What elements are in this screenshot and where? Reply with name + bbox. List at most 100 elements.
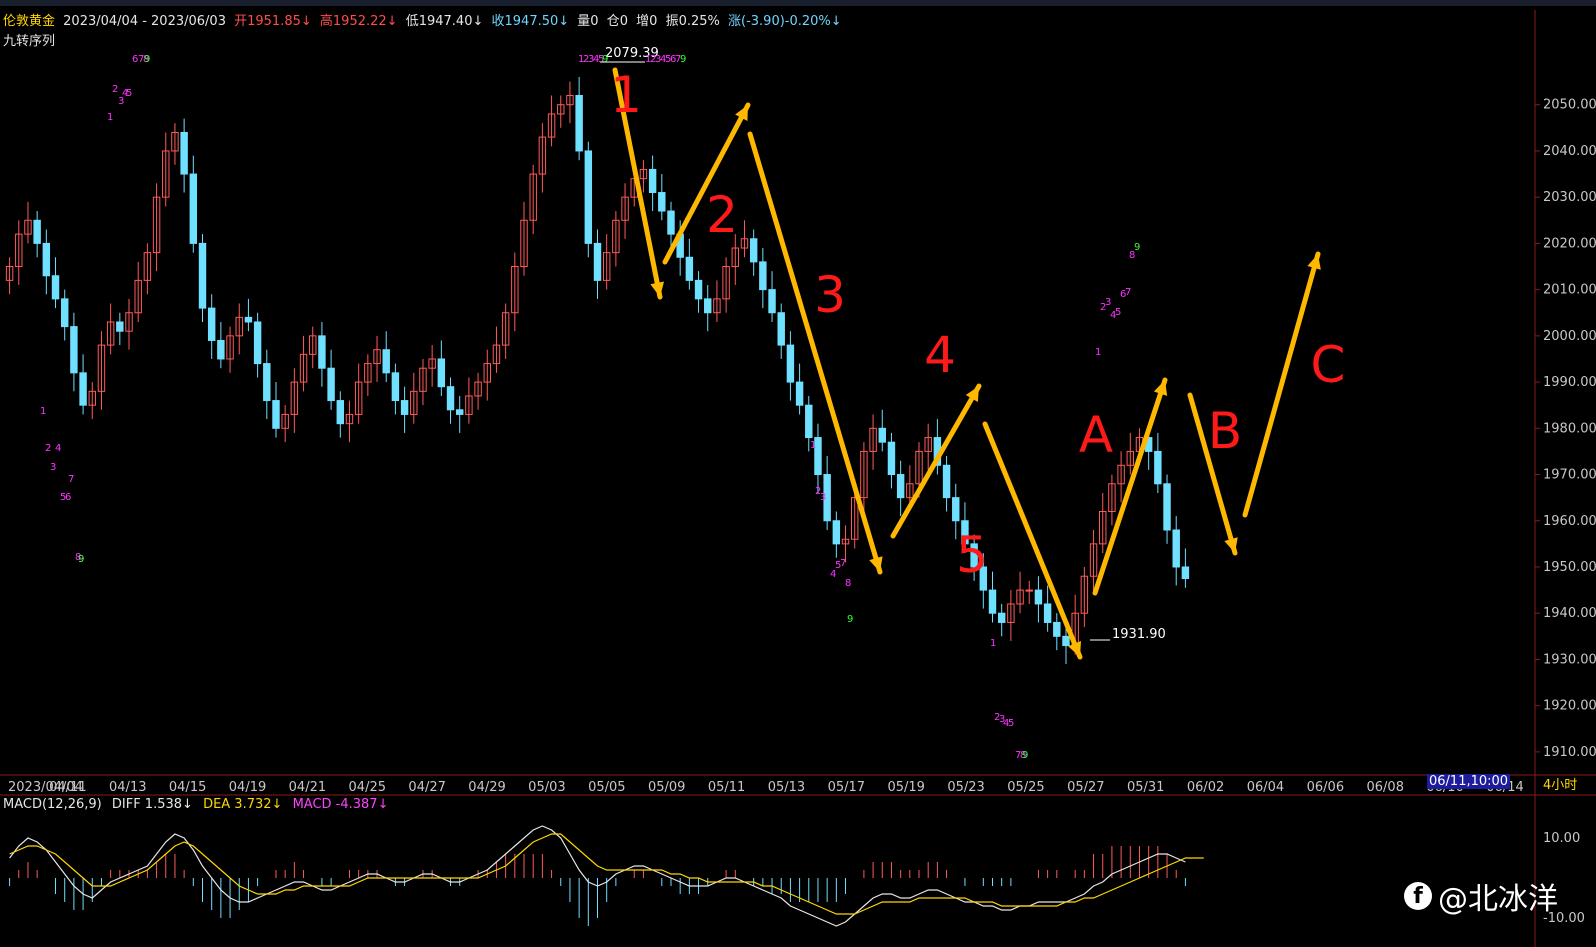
- nine-sequence-mark: 1: [990, 638, 996, 649]
- y-tick-label: 1970.00: [1543, 468, 1596, 483]
- nine-sequence-mark: 5: [126, 88, 132, 99]
- y-tick-label: 2030.00: [1543, 190, 1596, 205]
- candle-body: [997, 612, 1006, 623]
- y-tick-label: 1930.00: [1543, 652, 1596, 667]
- candle-body: [1062, 635, 1070, 647]
- candle-body: [795, 381, 804, 406]
- candle-body: [832, 520, 841, 545]
- x-tick-label: 04/27: [408, 780, 445, 795]
- wave-arrow-head: [1153, 380, 1168, 396]
- macd-legend: MACD(12,26,9) DIFF 1.538↓ DEA 3.732↓ MAC…: [3, 797, 394, 812]
- cursor-date-label: 06/11,10:00: [1427, 774, 1511, 789]
- y-tick-label: 2000.00: [1543, 329, 1596, 344]
- macd-dea: DEA 3.732↓: [203, 797, 283, 812]
- candle-body: [887, 441, 896, 476]
- candle-body: [768, 289, 776, 314]
- wave-label: 5: [956, 526, 988, 584]
- nine-sequence-mark-9: 9: [847, 614, 853, 625]
- candle-body: [217, 339, 225, 360]
- nine-sequence-mark: 1: [40, 406, 46, 417]
- nine-sequence-mark: 6: [65, 492, 71, 503]
- y-tick-label: 1920.00: [1543, 699, 1596, 714]
- x-tick-label: 04/11: [49, 780, 86, 795]
- watermark-text: @北冰洋: [1438, 882, 1558, 917]
- candle-body: [253, 321, 262, 365]
- timeframe-label[interactable]: 4小时: [1543, 774, 1577, 793]
- wave-label: C: [1311, 336, 1346, 394]
- y-tick-label: 1950.00: [1543, 560, 1596, 575]
- x-tick-label: 05/23: [947, 780, 984, 795]
- nine-sequence-mark: 5: [1115, 307, 1121, 318]
- wave-label: 1: [610, 66, 642, 124]
- x-tick-label: 05/05: [588, 780, 625, 795]
- nine-sequence-mark: 7: [68, 474, 74, 485]
- nine-sequence-mark: 2: [112, 84, 118, 95]
- nine-sequence-mark: 7: [1125, 287, 1131, 298]
- x-tick-label: 05/25: [1007, 780, 1044, 795]
- candle-body: [777, 312, 785, 346]
- candle-body: [1043, 603, 1052, 623]
- x-tick-label: 04/21: [289, 780, 326, 795]
- candle-body: [70, 326, 78, 374]
- candle-body: [1025, 589, 1033, 592]
- candle-body: [244, 316, 253, 323]
- nine-sequence-mark: 1: [107, 112, 113, 123]
- candle-body: [685, 256, 694, 281]
- candle-body: [704, 298, 712, 314]
- x-tick-label: 04/15: [169, 780, 206, 795]
- nine-sequence-mark-9: 9: [602, 54, 608, 65]
- x-tick-label: 05/31: [1127, 780, 1164, 795]
- y-tick-label: 1990.00: [1543, 375, 1596, 390]
- candle-body: [400, 400, 409, 415]
- y-tick-label: 1940.00: [1543, 606, 1596, 621]
- wave-label: 4: [924, 326, 956, 384]
- candle-body: [878, 427, 886, 443]
- candle-body: [207, 307, 216, 341]
- candle-body: [1034, 589, 1043, 605]
- candle-body: [648, 168, 657, 194]
- trough-label: 1931.90: [1112, 627, 1166, 642]
- macd-title[interactable]: MACD(12,26,9): [3, 797, 102, 812]
- nine-sequence-mark-9: 9: [78, 554, 84, 565]
- candle-body: [1163, 483, 1171, 531]
- wave-arrow-shaft: [1242, 251, 1321, 518]
- macd-value: MACD -4.387↓: [292, 797, 389, 812]
- candle-body: [446, 386, 455, 411]
- facebook-icon: f: [1404, 882, 1432, 910]
- macd-diff: DIFF 1.538↓: [111, 797, 193, 812]
- candle-body: [575, 94, 583, 152]
- nine-sequence-mark: 3: [1105, 297, 1111, 308]
- nine-sequence-mark: 1: [810, 440, 816, 451]
- candle-body: [584, 150, 593, 244]
- candle-body: [1053, 621, 1061, 637]
- wave-label: 3: [814, 266, 846, 324]
- candle-body: [1154, 450, 1162, 485]
- x-tick-label: 06/04: [1247, 780, 1284, 795]
- nine-sequence-mark-9: 9: [680, 54, 686, 65]
- candle-body: [988, 589, 997, 614]
- x-tick-label: 04/13: [109, 780, 146, 795]
- candle-body: [180, 131, 188, 175]
- x-tick-label: 04/29: [468, 780, 505, 795]
- candle-body: [51, 275, 60, 300]
- candle-body: [42, 242, 51, 277]
- x-tick-label: 05/09: [648, 780, 685, 795]
- x-tick-label: 05/13: [768, 780, 805, 795]
- x-tick-label: 06/06: [1307, 780, 1344, 795]
- wave-label: 2: [706, 186, 738, 244]
- wave-arrow-shaft: [890, 383, 982, 539]
- candle-body: [391, 372, 400, 402]
- x-tick-label: 05/17: [828, 780, 865, 795]
- nine-sequence-mark: 3: [50, 462, 56, 473]
- x-tick-label: 06/02: [1187, 780, 1224, 795]
- candle-body: [805, 404, 813, 439]
- candle-body: [272, 400, 280, 429]
- candle-body: [942, 464, 951, 499]
- x-tick-label: 04/19: [229, 780, 266, 795]
- candle-body: [189, 173, 198, 244]
- candle-body: [79, 372, 87, 406]
- nine-sequence-mark: 7: [840, 558, 846, 569]
- y-tick-label: 1960.00: [1543, 514, 1596, 529]
- nine-sequence-mark-9: 9: [144, 54, 150, 65]
- nine-sequence-mark: 3: [820, 492, 826, 503]
